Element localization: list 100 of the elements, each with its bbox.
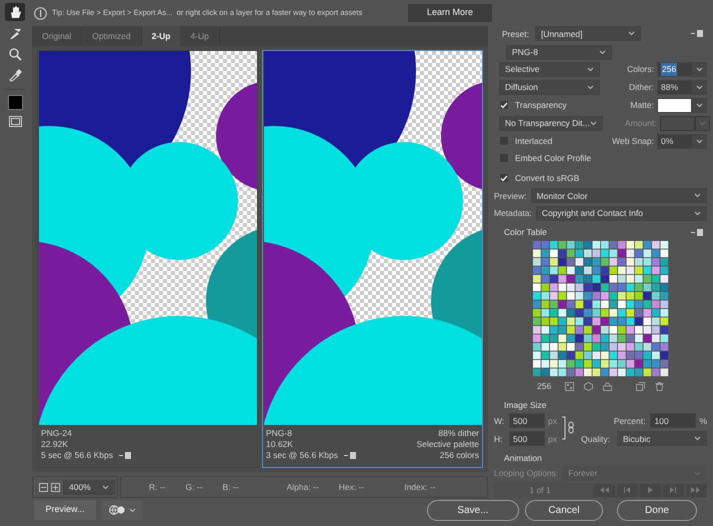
checkmark-icon bbox=[500, 102, 508, 109]
chevron-icon bbox=[696, 67, 703, 72]
preset-dropdown[interactable]: [Unnamed] bbox=[534, 26, 641, 42]
zoom-level-dropdown[interactable]: 400% bbox=[63, 480, 115, 494]
chevron-icon bbox=[587, 85, 594, 90]
panel-menu-icon[interactable] bbox=[118, 452, 131, 459]
info-icon bbox=[34, 6, 47, 20]
chevron-icon bbox=[694, 211, 701, 216]
chevron-icon bbox=[587, 67, 594, 72]
color-reduction-dropdown[interactable]: Selective bbox=[499, 62, 600, 78]
frame-counter-text: 1 of 1 bbox=[528, 484, 552, 496]
chevron-icon bbox=[694, 470, 701, 476]
transparency-dither-dropdown[interactable]: No Transparency Dit... bbox=[499, 116, 603, 131]
unit-label: px bbox=[548, 414, 557, 428]
view-tab[interactable]: 4-Up bbox=[180, 26, 220, 46]
chevron-icon bbox=[694, 436, 701, 442]
preview-pane[interactable]: PNG-8 10.62K 3 sec @ 56.6 Kbps 88% dither Selective palette 256 colors bbox=[262, 50, 483, 468]
dropdown-arrow-button[interactable] bbox=[692, 80, 707, 96]
dither-field[interactable]: 88% bbox=[657, 80, 692, 96]
pixel-readout: Index: -- bbox=[404, 480, 436, 494]
cancel-button[interactable]: Cancel bbox=[525, 500, 603, 520]
checkbox[interactable] bbox=[499, 136, 509, 146]
preview-button[interactable]: Preview... bbox=[34, 500, 96, 520]
format-text: PNG-24 bbox=[41, 428, 73, 439]
checkbox[interactable] bbox=[499, 100, 509, 110]
zoom-in-icon[interactable] bbox=[51, 482, 60, 492]
view-tab[interactable]: 2-Up bbox=[142, 26, 180, 46]
matte-color-swatch[interactable] bbox=[657, 98, 692, 113]
percent-field[interactable]: 100 bbox=[650, 413, 696, 428]
chevron-icon bbox=[698, 120, 706, 126]
zoom-icon bbox=[8, 46, 22, 62]
chevron-icon bbox=[590, 120, 597, 126]
field-label: Metadata: bbox=[494, 207, 532, 220]
pixel-readout: G: -- bbox=[186, 480, 203, 494]
checkbox-label: Transparency bbox=[515, 99, 567, 112]
browser-preview-button[interactable] bbox=[102, 500, 142, 520]
checkbox-label: Interlaced bbox=[515, 134, 552, 148]
cube-icon[interactable] bbox=[584, 382, 594, 392]
chevron-icon bbox=[628, 31, 635, 36]
preview-dropdown[interactable]: Monitor Color bbox=[530, 188, 707, 204]
color-table-grid[interactable] bbox=[532, 240, 668, 377]
chevron-icon bbox=[128, 508, 136, 512]
lock-icon[interactable] bbox=[603, 382, 612, 392]
field-label: Looping Options: bbox=[494, 466, 558, 480]
save-button[interactable]: Save... bbox=[427, 500, 519, 520]
panel-menu-icon[interactable] bbox=[691, 30, 703, 38]
zoom-out-icon[interactable] bbox=[39, 482, 48, 492]
slices-toggle-icon[interactable] bbox=[8, 116, 22, 127]
format-text: PNG-8 bbox=[266, 428, 293, 439]
file-format-dropdown[interactable]: PNG-8 bbox=[506, 44, 612, 60]
dropdown-arrow-button[interactable] bbox=[692, 134, 707, 149]
done-button[interactable]: Done bbox=[617, 500, 697, 520]
color-count-text: 256 bbox=[537, 380, 552, 393]
chevron-icon bbox=[696, 138, 703, 144]
dither-method-dropdown[interactable]: Diffusion bbox=[499, 80, 600, 96]
chevron-icon bbox=[102, 484, 109, 490]
download-time-text: 3 sec @ 56.6 Kbps bbox=[266, 450, 338, 461]
section-title: Color Table bbox=[504, 226, 547, 239]
colors-field[interactable]: 256 bbox=[657, 62, 692, 78]
first-frame-icon bbox=[599, 486, 610, 494]
web-snap-field[interactable]: 0% bbox=[657, 134, 692, 149]
web-shift-icon[interactable] bbox=[565, 382, 574, 392]
checkbox[interactable] bbox=[499, 153, 509, 164]
unit-label: % bbox=[699, 414, 707, 428]
file-size-text: 22.92K bbox=[41, 439, 69, 450]
checkbox[interactable] bbox=[499, 173, 509, 184]
section-title: Image Size bbox=[504, 399, 547, 412]
section-title: Animation bbox=[504, 452, 542, 465]
quality-dropdown[interactable]: Bicubic bbox=[617, 431, 707, 446]
field-label: H: bbox=[494, 432, 504, 446]
preview-pane[interactable]: PNG-24 22.92K 5 sec @ 56.6 Kbps bbox=[37, 50, 258, 468]
field-label: W: bbox=[494, 414, 506, 428]
new-color-icon[interactable] bbox=[636, 382, 646, 392]
learn-more-button[interactable]: Learn More bbox=[408, 4, 492, 22]
chevron-icon bbox=[694, 193, 701, 198]
hand-tool[interactable] bbox=[5, 3, 25, 21]
trash-icon[interactable] bbox=[655, 382, 664, 392]
field-label: Colors: bbox=[626, 63, 654, 76]
field-label: Percent: bbox=[614, 414, 646, 428]
panel-menu-icon[interactable] bbox=[691, 228, 703, 236]
field-label: Quality: bbox=[581, 432, 610, 446]
eyedropper-icon bbox=[8, 68, 22, 82]
dropdown-arrow-button[interactable] bbox=[692, 62, 707, 78]
checkbox-label: Embed Color Profile bbox=[515, 152, 592, 164]
view-tab[interactable]: Original bbox=[32, 26, 82, 46]
checkmark-icon bbox=[500, 174, 508, 182]
dropdown-arrow-button[interactable] bbox=[692, 98, 707, 113]
metadata-dropdown[interactable]: Copyright and Contact Info bbox=[536, 206, 707, 222]
optimization-detail-text: 88% dither bbox=[438, 428, 479, 439]
pixel-readout: B: -- bbox=[222, 480, 239, 494]
pixel-readout: R: -- bbox=[149, 480, 166, 494]
panel-menu-icon[interactable] bbox=[344, 452, 356, 459]
field-label: Amount: bbox=[624, 116, 657, 130]
optimization-detail-text: 256 colors bbox=[440, 450, 479, 461]
color-swatch-icon[interactable] bbox=[8, 95, 22, 110]
unit-label: px bbox=[548, 432, 557, 446]
field-label: Dither: bbox=[628, 81, 654, 94]
width-field[interactable]: 500 bbox=[509, 413, 545, 428]
height-field[interactable]: 500 bbox=[509, 431, 545, 446]
file-size-text: 10.62K bbox=[266, 439, 294, 450]
